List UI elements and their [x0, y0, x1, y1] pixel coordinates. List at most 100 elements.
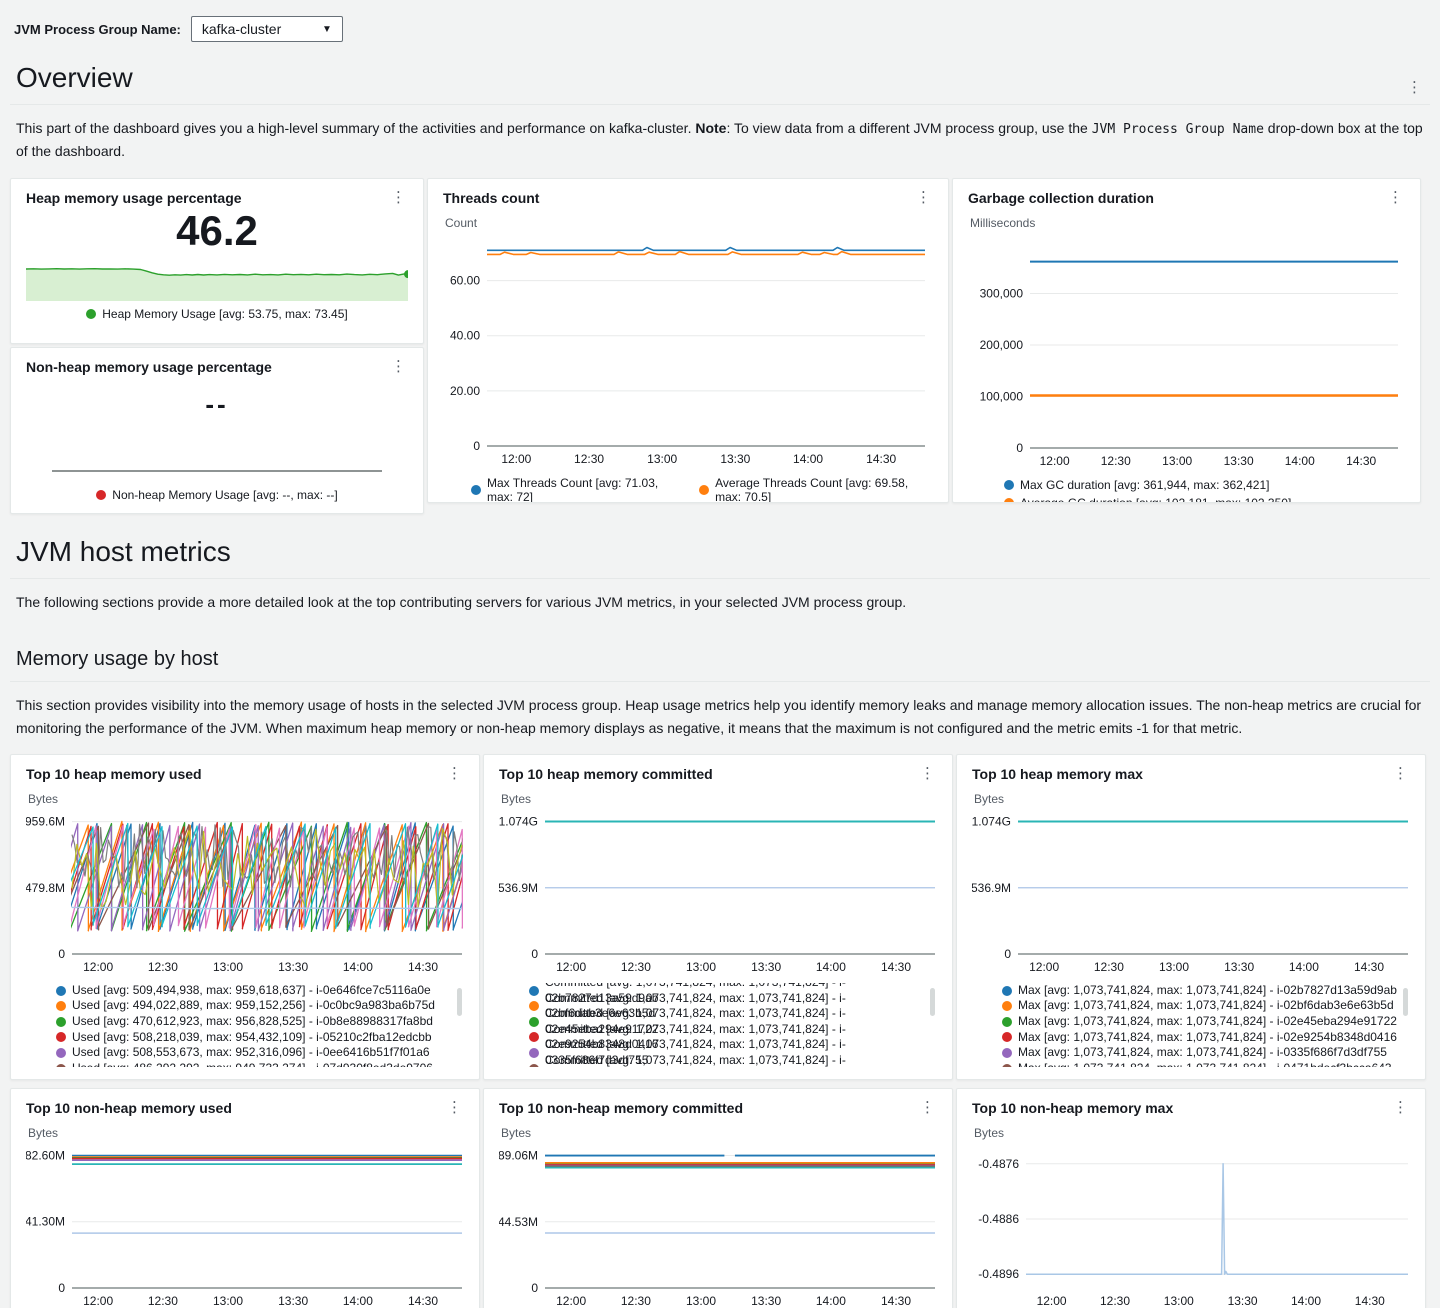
- empty-chart-axis-line: [52, 470, 382, 472]
- legend-color-dot: [1004, 480, 1014, 490]
- legend-label: Heap Memory Usage [avg: 53.75, max: 73.4…: [102, 307, 347, 321]
- widget-menu-button[interactable]: ⋮: [918, 766, 937, 780]
- overview-description: This part of the dashboard gives you a h…: [10, 105, 1430, 174]
- widget-title: Threads count: [443, 190, 539, 206]
- svg-text:14:00: 14:00: [1285, 454, 1315, 468]
- widget-menu-button[interactable]: ⋮: [445, 766, 464, 780]
- svg-text:89.06M: 89.06M: [499, 1148, 538, 1162]
- overview-menu-button[interactable]: ⋮: [1405, 80, 1424, 94]
- svg-text:14:00: 14:00: [1291, 1294, 1321, 1308]
- y-axis-unit-label: Count: [445, 216, 933, 230]
- svg-text:12:30: 12:30: [148, 960, 178, 974]
- svg-text:13:00: 13:00: [1159, 960, 1189, 974]
- svg-text:300,000: 300,000: [980, 286, 1024, 300]
- legend-color-dot: [56, 1032, 66, 1042]
- svg-text:1.074G: 1.074G: [972, 814, 1011, 828]
- card-top10-nonheap-memory-max: Top 10 non-heap memory max ⋮ Bytes -0.48…: [956, 1088, 1426, 1308]
- card-nonheap-usage-percentage: Non-heap memory usage percentage ⋮ -- No…: [10, 347, 424, 514]
- legend-color-dot: [56, 1064, 66, 1067]
- process-group-label: JVM Process Group Name:: [14, 22, 181, 37]
- svg-text:13:30: 13:30: [1228, 1294, 1258, 1308]
- legend-item[interactable]: Max [avg: 1,073,741,824, max: 1,073,741,…: [1002, 1045, 1410, 1061]
- legend-item[interactable]: Max [avg: 1,073,741,824, max: 1,073,741,…: [1002, 983, 1410, 999]
- legend-color-dot: [1002, 986, 1012, 996]
- legend-item[interactable]: Heap Memory Usage [avg: 53.75, max: 73.4…: [86, 307, 347, 321]
- nonheap_committed-chart: 89.06M44.53M012:0012:3013:0013:3014:0014…: [499, 1142, 937, 1308]
- legend-item[interactable]: Max [avg: 1,073,741,824, max: 1,073,741,…: [1002, 998, 1410, 1014]
- legend-label: Max [avg: 1,073,741,824, max: 1,073,741,…: [1018, 983, 1397, 999]
- svg-text:12:30: 12:30: [1100, 1294, 1130, 1308]
- svg-text:0: 0: [58, 1281, 65, 1295]
- legend-item[interactable]: Max [avg: 1,073,741,824, max: 1,073,741,…: [1002, 1061, 1410, 1067]
- nonheap-usage-legend: Non-heap Memory Usage [avg: --, max: --]: [26, 488, 408, 502]
- card-top10-nonheap-memory-committed: Top 10 non-heap memory committed ⋮ Bytes…: [483, 1088, 953, 1308]
- widget-menu-button[interactable]: ⋮: [914, 190, 933, 204]
- legend-scrollbar[interactable]: [1403, 988, 1408, 1016]
- svg-text:60.00: 60.00: [450, 273, 480, 287]
- overview-desc-text-1: This part of the dashboard gives you a h…: [16, 120, 695, 136]
- y-axis-unit-label: Bytes: [974, 1126, 1410, 1140]
- widget-menu-button[interactable]: ⋮: [445, 1100, 464, 1114]
- legend-label: Max GC duration [avg: 361,944, max: 362,…: [1020, 478, 1269, 492]
- legend-item[interactable]: Max Threads Count [avg: 71.03, max: 72]: [471, 476, 677, 503]
- legend-label: Used [avg: 494,022,889, max: 959,152,256…: [72, 998, 435, 1014]
- svg-text:13:30: 13:30: [1224, 960, 1254, 974]
- heap-usage-value: 46.2: [26, 209, 408, 253]
- legend-item[interactable]: Max [avg: 1,073,741,824, max: 1,073,741,…: [1002, 1014, 1410, 1030]
- threads-count-legend: Max Threads Count [avg: 71.03, max: 72] A…: [471, 476, 933, 503]
- legend-item[interactable]: Used [avg: 508,553,673, max: 952,316,096…: [56, 1045, 464, 1061]
- process-group-select[interactable]: kafka-cluster ▼: [191, 16, 343, 42]
- legend-item[interactable]: Max [avg: 1,073,741,824, max: 1,073,741,…: [1002, 1030, 1410, 1046]
- svg-text:13:00: 13:00: [686, 1294, 716, 1308]
- legend-color-dot: [56, 1001, 66, 1011]
- legend-item[interactable]: Used [avg: 509,494,938, max: 959,618,637…: [56, 983, 464, 999]
- widget-menu-button[interactable]: ⋮: [918, 1100, 937, 1114]
- widget-menu-button[interactable]: ⋮: [389, 359, 408, 373]
- svg-text:0: 0: [1004, 947, 1011, 961]
- legend-label: Average Threads Count [avg: 69.58, max: …: [715, 476, 933, 503]
- percentage-widgets-column: Heap memory usage percentage ⋮ 46.2 Heap…: [10, 178, 424, 514]
- legend-item[interactable]: Max GC duration [avg: 361,944, max: 362,…: [1004, 478, 1405, 492]
- legend-color-dot: [1002, 1032, 1012, 1042]
- svg-text:-0.4896: -0.4896: [978, 1267, 1019, 1281]
- legend-label: Used [avg: 470,612,923, max: 956,828,525…: [72, 1014, 433, 1030]
- svg-text:13:30: 13:30: [278, 960, 308, 974]
- svg-text:13:30: 13:30: [278, 1294, 308, 1308]
- card-threads-count: Threads count ⋮ Count 60.0040.0020.00012…: [427, 178, 949, 503]
- widget-menu-button[interactable]: ⋮: [1391, 766, 1410, 780]
- legend-item[interactable]: Committed [avg: 1,073,741,824, max: 1,07…: [529, 1061, 937, 1067]
- legend-item[interactable]: Used [avg: 494,022,889, max: 959,152,256…: [56, 998, 464, 1014]
- legend-color-dot: [56, 1017, 66, 1027]
- threads-count-chart: 60.0040.0020.00012:0012:3013:0013:3014:0…: [443, 232, 933, 468]
- legend-label: Used [avg: 509,494,938, max: 959,618,637…: [72, 983, 431, 999]
- legend-color-dot: [1002, 1048, 1012, 1058]
- widget-menu-button[interactable]: ⋮: [1386, 190, 1405, 204]
- svg-text:14:00: 14:00: [816, 1294, 846, 1308]
- legend-scrollbar[interactable]: [930, 988, 935, 1016]
- legend-label: Max Threads Count [avg: 71.03, max: 72]: [487, 476, 677, 503]
- legend-color-dot: [1002, 1064, 1012, 1067]
- widget-menu-button[interactable]: ⋮: [389, 190, 408, 204]
- legend-color-dot: [56, 986, 66, 996]
- svg-text:12:30: 12:30: [1101, 454, 1131, 468]
- legend-item[interactable]: Average GC duration [avg: 102,181, max: …: [1004, 496, 1405, 503]
- legend-color-dot: [529, 1048, 539, 1058]
- legend-label: Average GC duration [avg: 102,181, max: …: [1020, 496, 1291, 503]
- widget-menu-button[interactable]: ⋮: [1391, 1100, 1410, 1114]
- legend-item[interactable]: Used [avg: 470,612,923, max: 956,828,525…: [56, 1014, 464, 1030]
- legend-item[interactable]: Non-heap Memory Usage [avg: --, max: --]: [96, 488, 337, 502]
- svg-text:12:00: 12:00: [1040, 454, 1070, 468]
- svg-text:200,000: 200,000: [980, 338, 1024, 352]
- svg-text:12:30: 12:30: [1094, 960, 1124, 974]
- legend-item[interactable]: Average Threads Count [avg: 69.58, max: …: [699, 476, 933, 503]
- svg-text:-0.4876: -0.4876: [978, 1157, 1019, 1171]
- legend-scrollbar[interactable]: [457, 988, 462, 1016]
- card-gc-duration: Garbage collection duration ⋮ Millisecon…: [952, 178, 1421, 503]
- legend-item[interactable]: Used [avg: 486,292,292, max: 949,733,274…: [56, 1061, 464, 1067]
- legend-item[interactable]: Used [avg: 508,218,039, max: 954,432,109…: [56, 1030, 464, 1046]
- legend-color-dot: [1004, 498, 1014, 503]
- dashboard-page: JVM Process Group Name: kafka-cluster ▼ …: [0, 0, 1440, 1308]
- svg-text:14:30: 14:30: [1346, 454, 1376, 468]
- legend-label: Max [avg: 1,073,741,824, max: 1,073,741,…: [1018, 1045, 1387, 1061]
- svg-text:12:00: 12:00: [556, 1294, 586, 1308]
